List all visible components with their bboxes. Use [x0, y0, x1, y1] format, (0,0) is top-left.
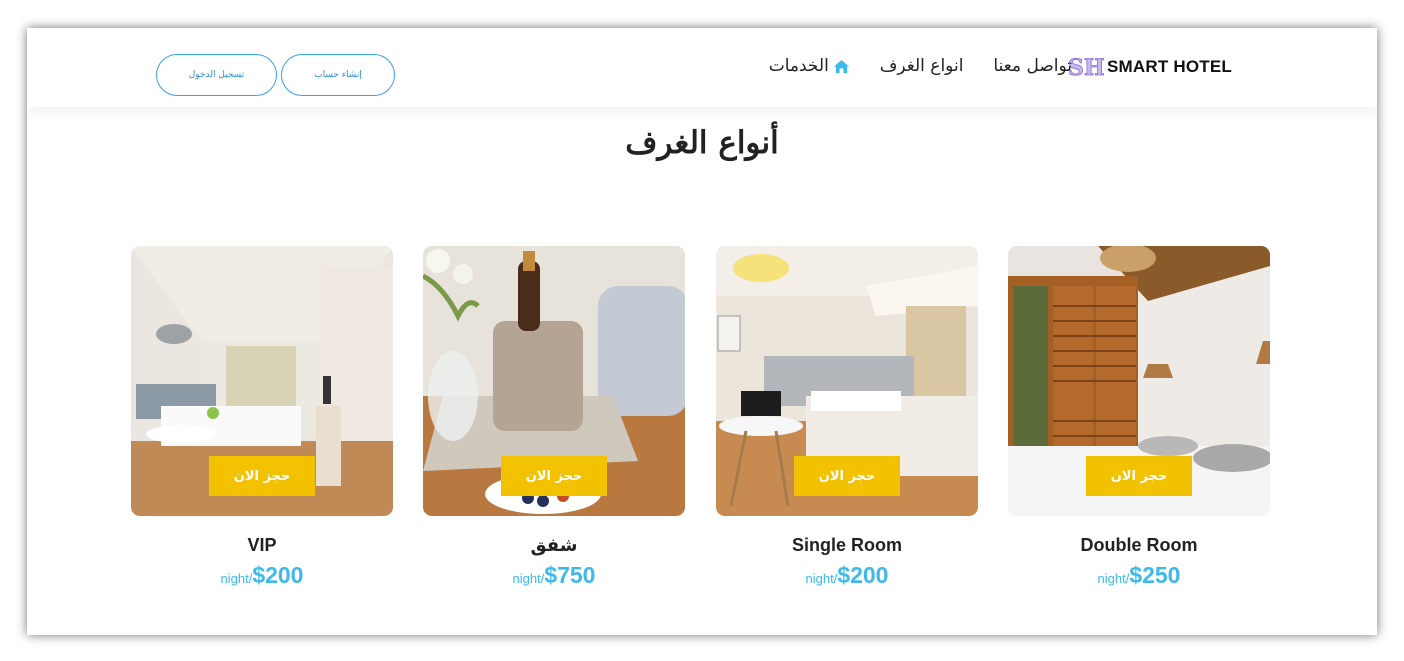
- room-price: night/$200: [131, 562, 393, 589]
- page-title: أنواع الغرف: [625, 125, 779, 161]
- svg-text:SH: SH: [1068, 55, 1105, 80]
- nav-link-services[interactable]: الخدمات: [769, 56, 850, 76]
- room-name: شفق: [530, 535, 578, 555]
- room-name: VIP: [247, 535, 277, 555]
- price-unit: night/: [805, 571, 838, 586]
- register-button[interactable]: إنشاء حساب: [281, 54, 395, 96]
- browser-frame: SH SMART HOTEL الخدمات انواع الغرف تواصل…: [27, 28, 1377, 635]
- room-card-double: حجز الان Double Room night/$250: [1008, 246, 1270, 589]
- price-value: $750: [544, 562, 596, 588]
- book-now-button[interactable]: حجز الان: [501, 456, 607, 496]
- price-unit: night/: [220, 571, 253, 586]
- room-card-vip: حجز الان VIP night/$200: [131, 246, 393, 589]
- room-price: night/$200: [716, 562, 978, 589]
- book-now-button[interactable]: حجز الان: [209, 456, 315, 496]
- home-icon: [833, 59, 849, 73]
- nav-link-label: الخدمات: [768, 56, 829, 76]
- price-unit: night/: [512, 571, 545, 586]
- navbar: SH SMART HOTEL الخدمات انواع الغرف تواصل…: [27, 28, 1377, 107]
- nav-link-contact[interactable]: تواصل معنا: [993, 56, 1072, 76]
- room-name: Double Room: [1080, 535, 1198, 555]
- price-value: $200: [252, 562, 304, 588]
- book-now-button[interactable]: حجز الان: [1086, 456, 1192, 496]
- sh-logo-icon: SH: [1068, 55, 1105, 80]
- room-card-shafaq: حجز الان شفق night/$750: [423, 246, 685, 589]
- room-image[interactable]: حجز الان: [423, 246, 685, 516]
- price-value: $200: [837, 562, 889, 588]
- book-now-button[interactable]: حجز الان: [794, 456, 900, 496]
- room-name: Single Room: [791, 535, 902, 555]
- login-button[interactable]: تسجيل الدخول: [156, 54, 277, 96]
- room-price: night/$250: [1008, 562, 1270, 589]
- nav-link-room-types[interactable]: انواع الغرف: [880, 56, 964, 76]
- room-image[interactable]: حجز الان: [1008, 246, 1270, 516]
- room-image[interactable]: حجز الان: [131, 246, 393, 516]
- room-price: night/$750: [423, 562, 685, 589]
- nav-links: الخدمات انواع الغرف تواصل معنا: [769, 56, 1072, 76]
- room-image[interactable]: حجز الان: [716, 246, 978, 516]
- price-unit: night/: [1097, 571, 1130, 586]
- logo-text: SMART HOTEL: [1107, 57, 1232, 76]
- room-card-single: حجز الان Single Room night/$200: [716, 246, 978, 589]
- price-value: $250: [1129, 562, 1181, 588]
- logo[interactable]: SH SMART HOTEL: [1067, 52, 1232, 82]
